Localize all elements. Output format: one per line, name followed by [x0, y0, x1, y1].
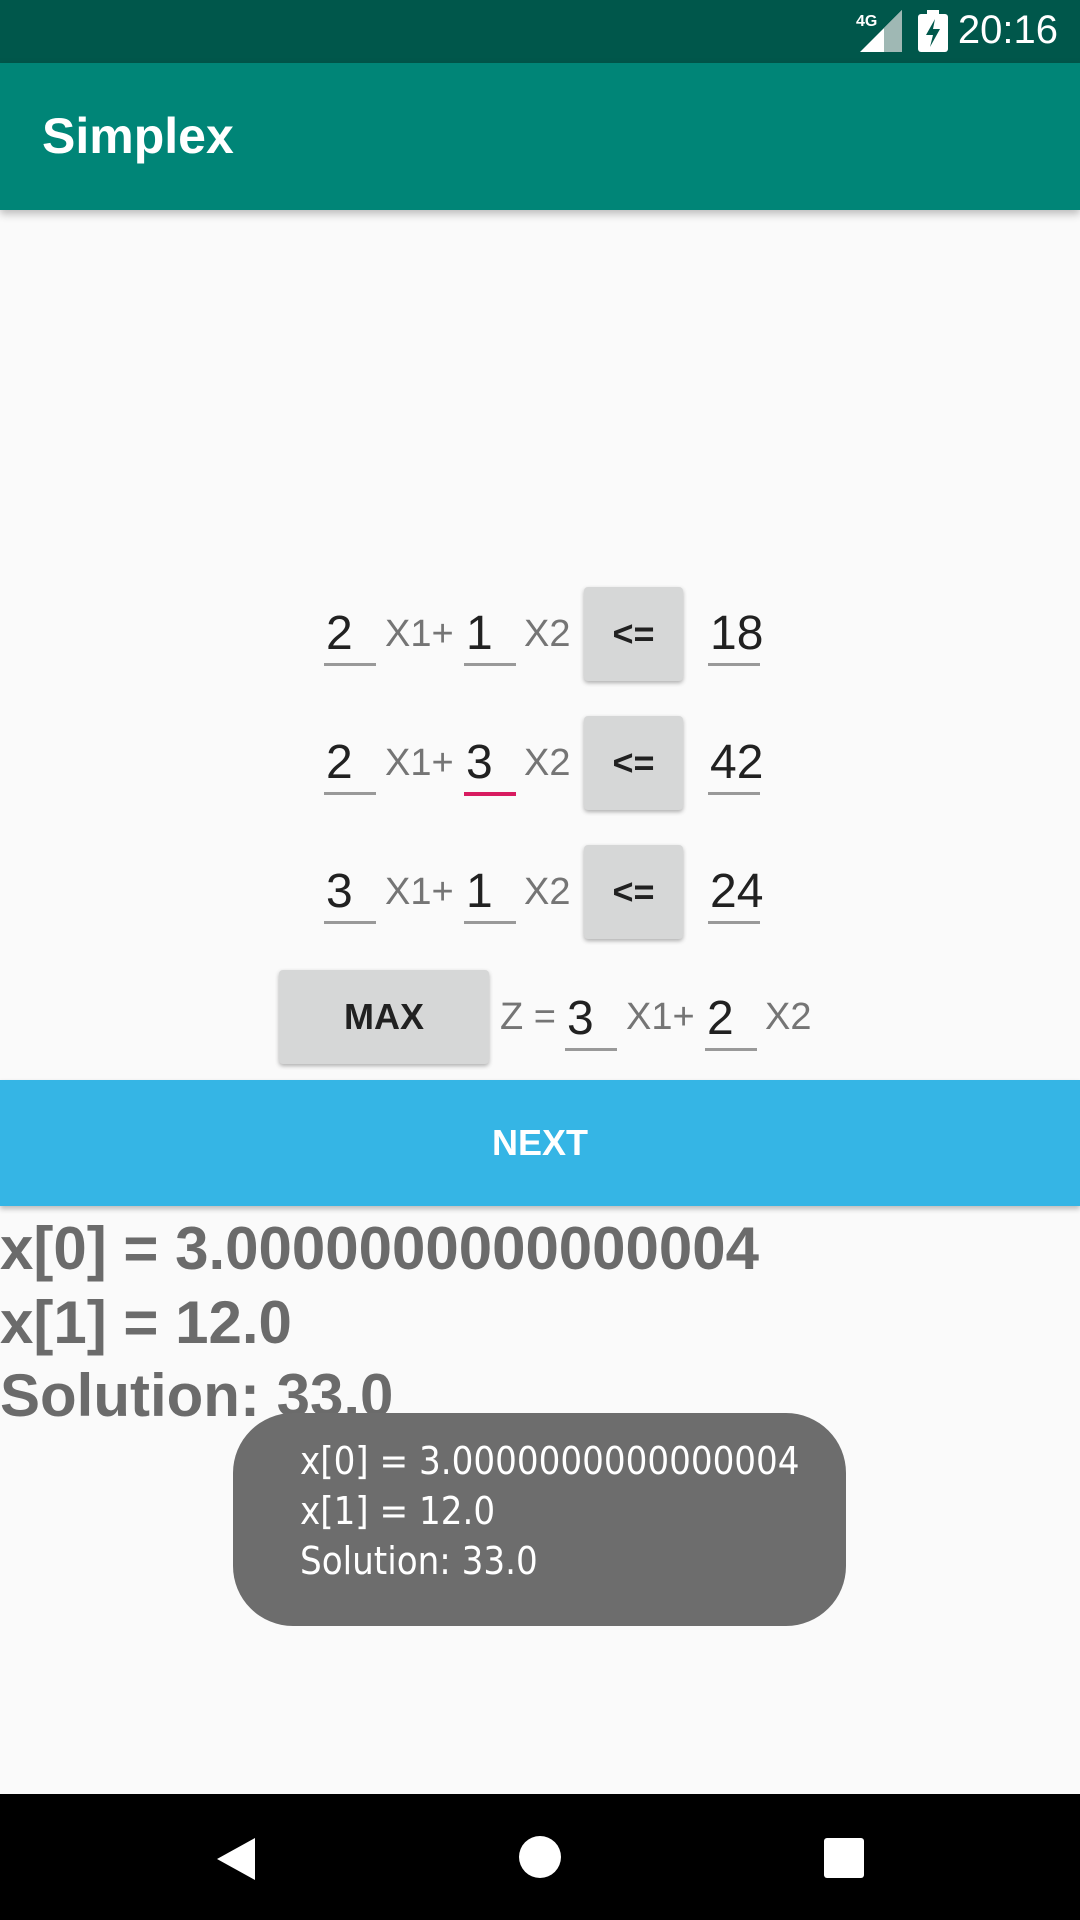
- constraint-2-x2-label: X2: [524, 742, 571, 784]
- constraint-2-coef-x1-input[interactable]: 2: [324, 734, 376, 795]
- constraint-3-x1-label: X1+: [385, 871, 454, 913]
- constraint-2-rhs-input[interactable]: 42: [708, 734, 763, 795]
- constraint-3-coef-x2-input[interactable]: 1: [464, 863, 516, 924]
- status-bar: 4G 20:16: [0, 0, 1080, 63]
- navigation-bar: [0, 1794, 1080, 1920]
- result-x1: x[1] = 12.0: [0, 1289, 292, 1356]
- result-x0: x[0] = 3.0000000000000004: [0, 1215, 760, 1282]
- objective-x2-label: X2: [765, 996, 812, 1038]
- constraint-3-operator-button[interactable]: <=: [584, 845, 683, 939]
- toast-line-x1: x[1] = 12.0: [300, 1489, 496, 1533]
- status-time: 20:16: [957, 8, 1058, 52]
- app-title: Simplex: [42, 108, 234, 164]
- constraint-2-coef-x2-input[interactable]: 3: [464, 734, 516, 796]
- signal-icon: 4G: [856, 10, 902, 52]
- constraint-1-coef-x1-input[interactable]: 2: [324, 605, 376, 666]
- objective-coef-x1-input[interactable]: 3: [565, 990, 617, 1051]
- constraint-1-operator-button[interactable]: <=: [584, 587, 683, 681]
- objective-coef-x2-input[interactable]: 2: [705, 990, 757, 1051]
- network-type-label: 4G: [856, 13, 877, 30]
- constraint-2-x1-label: X1+: [385, 742, 454, 784]
- max-min-toggle-button[interactable]: MAX: [279, 970, 489, 1064]
- recents-icon[interactable]: [824, 1838, 864, 1878]
- constraint-1-x2-label: X2: [524, 613, 571, 655]
- objective-x1-label: X1+: [626, 996, 695, 1038]
- constraint-1-x1-label: X1+: [385, 613, 454, 655]
- objective-z-label: Z =: [500, 996, 556, 1038]
- constraint-1-rhs-input[interactable]: 18: [708, 605, 763, 666]
- constraint-3-coef-x1-input[interactable]: 3: [324, 863, 376, 924]
- app-bar: Simplex: [0, 63, 1080, 210]
- constraint-3-rhs-input[interactable]: 24: [708, 863, 763, 924]
- back-icon[interactable]: [215, 1836, 257, 1882]
- constraint-1-coef-x2-input[interactable]: 1: [464, 605, 516, 666]
- next-button[interactable]: NEXT: [0, 1080, 1080, 1206]
- toast-message: x[0] = 3.0000000000000004 x[1] = 12.0 So…: [233, 1413, 846, 1626]
- home-icon[interactable]: [519, 1836, 561, 1878]
- constraint-3-x2-label: X2: [524, 871, 571, 913]
- toast-line-solution: Solution: 33.0: [300, 1539, 538, 1583]
- battery-charging-icon: [918, 10, 948, 52]
- constraint-2-operator-button[interactable]: <=: [584, 716, 683, 810]
- toast-line-x0: x[0] = 3.0000000000000004: [300, 1439, 800, 1483]
